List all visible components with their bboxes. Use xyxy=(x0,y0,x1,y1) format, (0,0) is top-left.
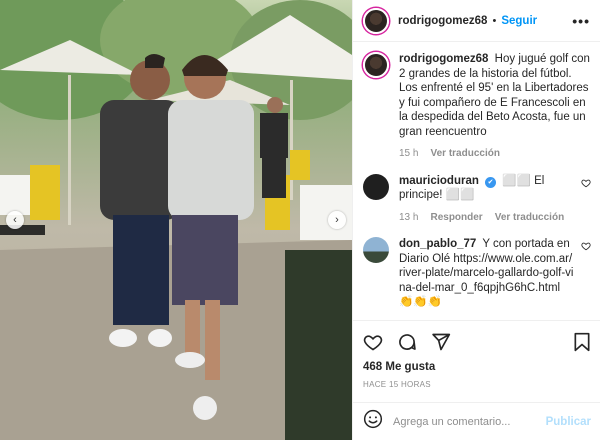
caption: rodrigogomez68 Hoy jugué golf con 2 gran… xyxy=(363,52,591,162)
share-button[interactable] xyxy=(431,332,451,352)
next-photo-button[interactable]: › xyxy=(328,211,346,229)
add-comment-bar: Publicar xyxy=(353,402,600,440)
comment-translate-link[interactable]: Ver traducción xyxy=(495,211,564,226)
comment-avatar[interactable] xyxy=(363,173,389,200)
post-photo[interactable]: ‹ › xyxy=(0,0,352,440)
likes-count[interactable]: 468 Me gusta xyxy=(363,361,435,373)
author-username[interactable]: rodrigogomez68 xyxy=(398,15,487,27)
comment-time[interactable]: 13 h xyxy=(399,211,418,226)
comment-username[interactable]: mauricioduran xyxy=(399,175,479,187)
caption-text: Hoy jugué golf con 2 grandes de la histo… xyxy=(399,53,590,138)
comment-username[interactable]: don_pablo_77 xyxy=(399,238,476,250)
save-button[interactable] xyxy=(573,332,591,352)
header-separator: • xyxy=(492,14,497,27)
comment-button[interactable] xyxy=(397,332,417,352)
comment-avatar[interactable] xyxy=(363,237,389,263)
share-icon xyxy=(432,333,451,350)
verified-badge-icon: ✔ xyxy=(485,176,497,188)
like-button[interactable] xyxy=(363,332,383,352)
publish-button[interactable]: Publicar xyxy=(546,416,591,428)
reply-button[interactable]: Responder xyxy=(430,211,482,226)
bookmark-icon xyxy=(574,332,590,351)
heart-icon xyxy=(581,242,591,251)
post-side-panel: rodrigogomez68 • Seguir ••• rodrigogomez… xyxy=(352,0,600,440)
caption-translate-link[interactable]: Ver traducción xyxy=(430,147,499,162)
heart-icon xyxy=(363,334,383,350)
author-avatar[interactable] xyxy=(363,7,389,34)
more-options-icon[interactable]: ••• xyxy=(572,13,590,29)
comments-list[interactable]: rodrigogomez68 Hoy jugué golf con 2 gran… xyxy=(353,42,600,320)
list-item: don_pablo_77 Y con portada en Diario Olé… xyxy=(363,237,591,310)
previous-photo-button[interactable]: ‹ xyxy=(6,211,24,229)
emoji-icon xyxy=(363,409,383,429)
chevron-left-icon: ‹ xyxy=(13,214,17,226)
heart-icon xyxy=(581,179,591,187)
chevron-right-icon: › xyxy=(335,214,339,226)
list-item: mauricioduran ✔ ⬜⬜ El principe! ⬜⬜ 13 h … xyxy=(363,173,591,226)
post-header: rodrigogomez68 • Seguir ••• xyxy=(353,0,600,42)
caption-username[interactable]: rodrigogomez68 xyxy=(399,53,488,65)
photo-illustration xyxy=(0,0,352,440)
comment-icon xyxy=(399,333,416,350)
post-timestamp[interactable]: HACE 15 HORAS xyxy=(363,380,431,389)
caption-avatar[interactable] xyxy=(363,52,389,78)
follow-button[interactable]: Seguir xyxy=(501,15,537,27)
post-actions xyxy=(353,320,600,362)
comment-input[interactable] xyxy=(393,415,546,428)
comment-like-button[interactable] xyxy=(581,178,591,226)
caption-time[interactable]: 15 h xyxy=(399,147,418,162)
comment-like-button[interactable] xyxy=(581,241,591,310)
emoji-button[interactable] xyxy=(363,409,383,434)
